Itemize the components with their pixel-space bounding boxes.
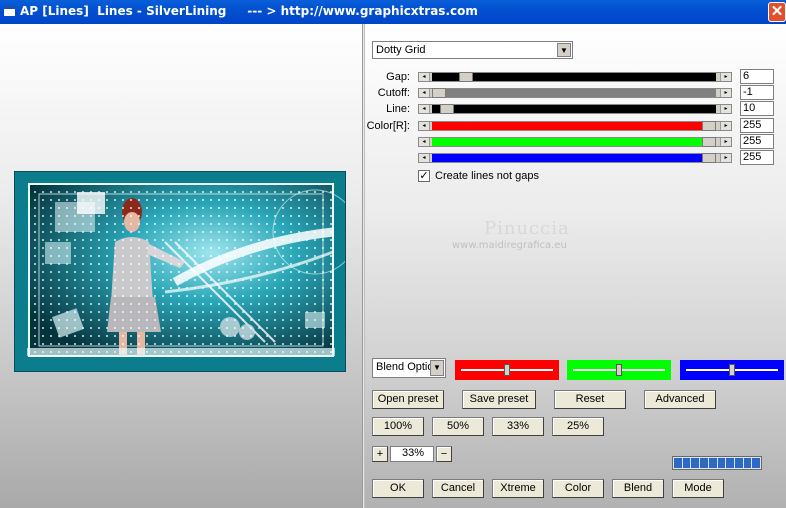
xtreme-button[interactable]: Xtreme — [492, 479, 544, 498]
slider-fill — [432, 105, 716, 113]
slider-thumb[interactable] — [432, 88, 446, 98]
slider-value-field[interactable]: 255 — [740, 150, 774, 165]
slider-track[interactable]: ◂ ▸ — [418, 137, 732, 147]
progress-segment — [682, 458, 691, 468]
arrow-right-icon[interactable]: ▸ — [720, 122, 731, 130]
arrow-right-icon[interactable]: ▸ — [720, 89, 731, 97]
blend-options-select[interactable]: Blend Optio ▼ — [372, 358, 446, 378]
zoom-33-button[interactable]: 33% — [492, 417, 544, 436]
close-icon: ✕ — [770, 3, 784, 20]
slider-fill — [432, 154, 716, 162]
slider-thumb[interactable] — [702, 153, 716, 163]
red-channel-slider[interactable] — [455, 360, 559, 380]
progress-segment — [700, 458, 708, 468]
zoom-100-button[interactable]: 100% — [372, 417, 424, 436]
arrow-left-icon[interactable]: ◂ — [419, 122, 430, 130]
slider-track[interactable]: ◂ ▸ — [418, 121, 732, 131]
zoom-25-button[interactable]: 25% — [552, 417, 604, 436]
preset-select-value: Dotty Grid — [376, 44, 426, 56]
arrow-right-icon[interactable]: ▸ — [720, 154, 731, 162]
slider-knob[interactable] — [616, 364, 622, 376]
slider-value-field[interactable]: -1 — [740, 85, 774, 100]
slider-track[interactable]: ◂ ▸ — [418, 88, 732, 98]
watermark-name: Pinuccia — [484, 218, 570, 239]
arrow-left-icon[interactable]: ◂ — [419, 154, 430, 162]
slider-track[interactable]: ◂ ▸ — [418, 72, 732, 82]
slider-fill — [432, 138, 716, 146]
ok-button[interactable]: OK — [372, 479, 424, 498]
slider-track[interactable]: ◂ ▸ — [418, 104, 732, 114]
progress-segment — [674, 458, 682, 468]
arrow-right-icon[interactable]: ▸ — [720, 105, 731, 113]
cancel-button[interactable]: Cancel — [432, 479, 484, 498]
slider-label: Cutoff: — [377, 87, 410, 99]
slider-value-field[interactable]: 10 — [740, 101, 774, 116]
arrow-left-icon[interactable]: ◂ — [419, 73, 430, 81]
progress-segment — [691, 458, 700, 468]
slider-label: Color[R]: — [366, 120, 410, 132]
progress-segment — [717, 458, 726, 468]
zoom-out-button[interactable]: − — [436, 446, 452, 462]
blend-button[interactable]: Blend — [612, 479, 664, 498]
slider-value-field[interactable]: 6 — [740, 69, 774, 84]
zoom-in-button[interactable]: + — [372, 446, 388, 462]
save-preset-button[interactable]: Save preset — [462, 390, 536, 409]
slider-knob[interactable] — [729, 364, 735, 376]
slider-thumb[interactable] — [459, 72, 473, 82]
arrow-right-icon[interactable]: ▸ — [720, 138, 731, 146]
slider-thumb[interactable] — [440, 104, 455, 114]
window-icon — [4, 6, 15, 16]
create-lines-label: Create lines not gaps — [435, 170, 539, 182]
arrow-left-icon[interactable]: ◂ — [419, 105, 430, 113]
reset-button[interactable]: Reset — [554, 390, 626, 409]
open-preset-button[interactable]: Open preset — [372, 390, 444, 409]
zoom-50-button[interactable]: 50% — [432, 417, 484, 436]
slider-thumb[interactable] — [702, 137, 716, 147]
slider-fill — [432, 122, 716, 130]
slider-value-field[interactable]: 255 — [740, 134, 774, 149]
green-channel-slider[interactable] — [567, 360, 671, 380]
slider-label: Gap: — [386, 71, 410, 83]
window-title: AP [Lines] Lines - SilverLining --- > ht… — [20, 4, 478, 18]
slider-fill — [432, 73, 716, 81]
slider-value-field[interactable]: 255 — [740, 118, 774, 133]
chevron-down-icon[interactable]: ▼ — [430, 360, 444, 376]
progress-indicator — [672, 456, 762, 470]
arrow-left-icon[interactable]: ◂ — [419, 138, 430, 146]
progress-segment — [743, 458, 752, 468]
close-button[interactable]: ✕ — [768, 2, 786, 22]
zoom-value[interactable]: 33% — [390, 446, 434, 462]
chevron-down-icon[interactable]: ▼ — [557, 43, 571, 57]
advanced-button[interactable]: Advanced — [644, 390, 716, 409]
progress-segment — [708, 458, 717, 468]
blend-options-value: Blend Optio — [376, 361, 432, 373]
title-bar: AP [Lines] Lines - SilverLining --- > ht… — [0, 0, 786, 24]
slider-fill — [432, 89, 716, 97]
progress-segment — [726, 458, 734, 468]
mode-button[interactable]: Mode — [672, 479, 724, 498]
blue-channel-slider[interactable] — [680, 360, 784, 380]
slider-thumb[interactable] — [702, 121, 716, 131]
progress-segment — [734, 458, 743, 468]
arrow-left-icon[interactable]: ◂ — [419, 89, 430, 97]
slider-label: Line: — [386, 103, 410, 115]
preset-select[interactable]: Dotty Grid ▼ — [372, 41, 573, 59]
color-button[interactable]: Color — [552, 479, 604, 498]
arrow-right-icon[interactable]: ▸ — [720, 73, 731, 81]
create-lines-checkbox[interactable]: ✓ — [418, 170, 430, 182]
slider-track[interactable]: ◂ ▸ — [418, 153, 732, 163]
slider-knob[interactable] — [504, 364, 510, 376]
watermark-url: www.maidiregrafica.eu — [452, 240, 567, 251]
preview-artwork — [15, 172, 345, 371]
preview-image[interactable] — [14, 171, 346, 372]
progress-segment — [752, 458, 761, 468]
